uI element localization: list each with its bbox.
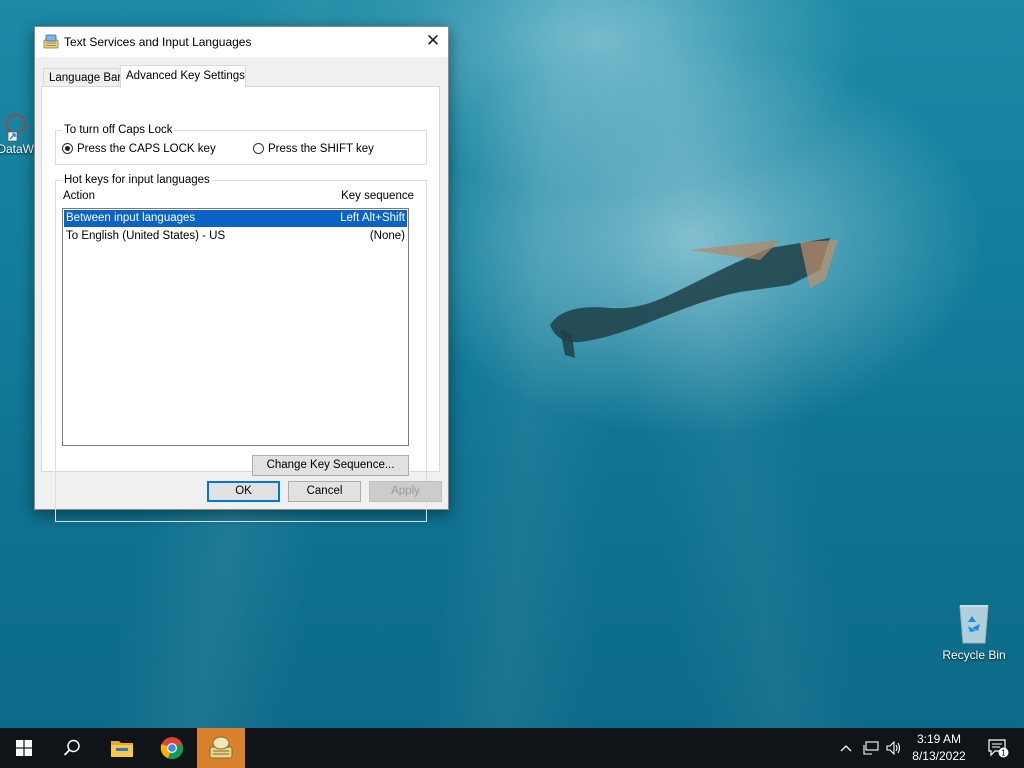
wallpaper-diver	[550, 238, 838, 358]
network-icon	[863, 741, 879, 755]
change-key-sequence-button[interactable]: Change Key Sequence...	[252, 455, 409, 476]
column-header-key-sequence[interactable]: Key sequence	[341, 190, 414, 202]
radio-label: Press the CAPS LOCK key	[77, 143, 216, 155]
radio-unselected-icon	[253, 143, 264, 154]
hotkeys-group: Hot keys for input languages Action Key …	[55, 174, 427, 522]
clock-date: 8/13/2022	[912, 749, 966, 763]
dialog-titlebar[interactable]: Text Services and Input Languages ✕	[35, 27, 448, 57]
language-settings-icon	[209, 736, 233, 759]
text-services-dialog: Text Services and Input Languages ✕ Lang…	[34, 26, 449, 522]
list-item-key: (None)	[369, 230, 405, 242]
chrome-icon	[160, 737, 184, 760]
search-icon	[63, 739, 80, 756]
radio-label: Press the SHIFT key	[268, 143, 374, 155]
network-button[interactable]	[861, 728, 881, 768]
dataw-app-icon	[6, 112, 36, 142]
chrome-button[interactable]	[148, 728, 196, 768]
apply-button[interactable]: Apply	[369, 481, 442, 502]
column-header-action[interactable]: Action	[63, 190, 95, 202]
caps-lock-legend: To turn off Caps Lock	[62, 124, 175, 136]
list-item-action: Between input languages	[66, 212, 196, 224]
notification-count: 1	[1001, 749, 1006, 758]
dialog-title: Text Services and Input Languages	[64, 35, 252, 49]
tab-language-bar[interactable]: Language Bar	[43, 68, 121, 88]
close-button[interactable]: ✕	[418, 27, 448, 57]
hotkeys-list[interactable]: Between input languages Left Alt+Shift T…	[62, 208, 409, 446]
radio-shift-key[interactable]: Press the SHIFT key	[253, 143, 374, 155]
desktop-icon-dataw[interactable]: DataW	[0, 112, 34, 156]
notification-icon: 1	[988, 739, 1009, 758]
show-hidden-icons-button[interactable]	[836, 728, 856, 768]
list-item-action: To English (United States) - US	[66, 230, 226, 242]
volume-button[interactable]	[884, 728, 904, 768]
tab-advanced-key-settings[interactable]: Advanced Key Settings	[120, 65, 246, 88]
taskbar-clock[interactable]: 3:19 AM 8/13/2022	[904, 731, 974, 765]
caps-lock-group: To turn off Caps Lock Press the CAPS LOC…	[55, 124, 427, 165]
list-item[interactable]: To English (United States) - US (None)	[64, 228, 407, 245]
list-item-key: Left Alt+Shift	[340, 212, 405, 224]
keyboard-settings-icon	[43, 34, 59, 49]
search-button[interactable]	[48, 728, 96, 768]
volume-icon	[886, 741, 901, 755]
start-icon	[16, 740, 32, 756]
chevron-up-icon	[840, 745, 852, 752]
tab-panel-advanced-key-settings: To turn off Caps Lock Press the CAPS LOC…	[41, 86, 440, 522]
desktop-icon-label: Recycle Bin	[942, 648, 1006, 662]
list-item[interactable]: Between input languages Left Alt+Shift	[64, 210, 407, 227]
desktop-icon-label: DataW	[0, 142, 34, 156]
radio-caps-lock-key[interactable]: Press the CAPS LOCK key	[62, 143, 216, 155]
file-explorer-button[interactable]	[98, 728, 146, 768]
action-center-button[interactable]: 1	[978, 728, 1018, 768]
ok-button[interactable]: OK	[207, 481, 280, 502]
language-settings-taskbar-button[interactable]	[197, 728, 245, 768]
close-icon: ✕	[425, 31, 441, 51]
start-button[interactable]	[0, 728, 48, 768]
taskbar: 3:19 AM 8/13/2022 1	[0, 728, 1024, 768]
file-explorer-icon	[111, 741, 133, 757]
radio-selected-icon	[62, 143, 73, 154]
hotkeys-legend: Hot keys for input languages	[62, 174, 212, 186]
desktop-icon-recycle-bin[interactable]: Recycle Bin	[937, 602, 1011, 662]
recycle-bin-icon	[957, 602, 991, 644]
clock-time: 3:19 AM	[916, 732, 962, 746]
cancel-button[interactable]: Cancel	[288, 481, 361, 502]
